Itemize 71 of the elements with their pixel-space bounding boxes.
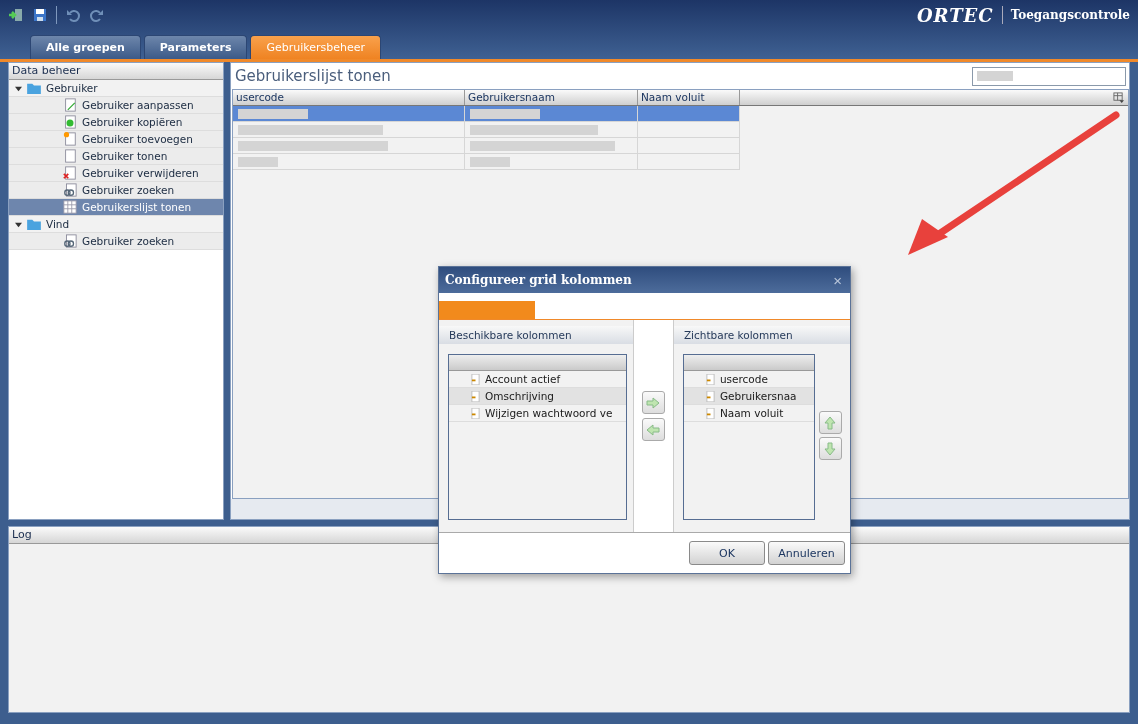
tab[interactable]: Alle groepen	[30, 35, 141, 59]
table-row[interactable]	[233, 154, 740, 170]
save-icon[interactable]	[32, 7, 48, 23]
document-icon	[705, 390, 715, 402]
undo-icon[interactable]	[65, 7, 81, 23]
document-icon	[705, 373, 715, 385]
expand-icon[interactable]	[15, 220, 22, 228]
document-icon	[63, 166, 77, 180]
list-item[interactable]: Wijzigen wachtwoord ve	[449, 405, 626, 422]
search-field[interactable]	[972, 66, 1126, 86]
dialog-title: Configureer grid kolommen	[445, 273, 632, 287]
document-icon	[471, 407, 480, 419]
list-item[interactable]: Gebruikersnaa	[683, 388, 814, 405]
tree-item[interactable]: Gebruiker toevoegen	[9, 131, 223, 148]
table-row[interactable]	[233, 138, 740, 154]
app-title: Toegangscontrole	[1010, 8, 1130, 22]
document-icon	[63, 115, 77, 129]
tab[interactable]: Parameters	[143, 35, 248, 59]
exit-icon[interactable]	[8, 7, 24, 23]
document-icon	[471, 373, 480, 385]
move-up-button[interactable]	[818, 411, 842, 434]
list-box[interactable]: usercode Gebruikersnaa Naam voluit	[682, 354, 815, 520]
folder-icon	[27, 218, 41, 230]
tree-item[interactable]: Gebruiker zoeken	[9, 182, 223, 199]
tree-item[interactable]: Gebruiker kopiëren	[9, 114, 223, 131]
list-item[interactable]: Omschrijving	[449, 388, 626, 405]
tree-item[interactable]: Gebruiker aanpassen	[9, 97, 223, 114]
arrow-right-icon	[646, 395, 661, 410]
search-icon	[63, 183, 77, 197]
redo-icon[interactable]	[89, 7, 105, 23]
panel-header: Zichtbare kolommen	[673, 326, 850, 344]
page-title: Gebruikerslijst tonen	[235, 67, 391, 85]
column-chooser-icon[interactable]	[1113, 92, 1124, 103]
move-left-button[interactable]	[641, 418, 665, 441]
column-header[interactable]: Naam voluit	[638, 90, 740, 105]
panel-header: Data beheer	[9, 63, 223, 80]
document-icon	[471, 390, 480, 402]
arrow-down-icon	[823, 441, 838, 456]
dialog-button[interactable]: OK	[689, 541, 765, 565]
panel-header: Beschikbare kolommen	[439, 326, 633, 344]
tree-item[interactable]: Gebruiker verwijderen	[9, 165, 223, 182]
search-icon	[63, 234, 77, 248]
tree-item[interactable]: Gebruiker tonen	[9, 148, 223, 165]
document-icon	[705, 407, 715, 419]
column-header[interactable]: usercode	[233, 90, 465, 105]
redacted-text	[238, 108, 308, 119]
close-button[interactable]: ×	[825, 271, 850, 289]
move-down-button[interactable]	[818, 437, 842, 460]
redacted-text	[470, 108, 540, 119]
redacted-text	[238, 156, 278, 167]
list-box[interactable]: Account actief Omschrijving Wijzigen wachtwoord ve	[448, 354, 627, 520]
redacted-text	[470, 156, 510, 167]
tree-item[interactable]: Gebruiker zoeken	[9, 233, 223, 250]
logo: ORTEC	[916, 4, 994, 26]
folder-icon	[27, 82, 41, 94]
arrow-up-icon	[823, 415, 838, 430]
grid-icon	[63, 200, 77, 214]
list-item[interactable]: Naam voluit	[683, 405, 814, 422]
column-header[interactable]: Gebruikersnaam	[465, 90, 638, 105]
document-icon	[63, 149, 77, 163]
table-row[interactable]	[233, 106, 740, 122]
move-right-button[interactable]	[641, 391, 665, 414]
tree-item[interactable]: Gebruikerslijst tonen	[9, 199, 223, 216]
dialog-button[interactable]: Annuleren	[768, 541, 845, 565]
tree-item[interactable]: Gebruiker	[9, 80, 223, 97]
document-icon	[63, 132, 77, 146]
arrow-left-icon	[646, 422, 661, 437]
document-icon	[63, 98, 77, 112]
tree-item[interactable]: Vind	[9, 216, 223, 233]
expand-icon[interactable]	[15, 84, 22, 92]
table-row[interactable]	[233, 122, 740, 138]
